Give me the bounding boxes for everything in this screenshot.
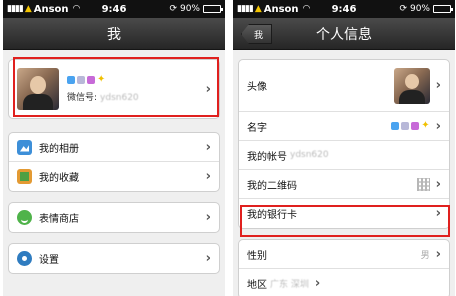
info-row-qr[interactable]: 我的二维码 › <box>239 170 449 199</box>
status-bar: ▮▮▮▮ ▲ Anson ◠ 9:46 ⟳ 90% <box>233 0 455 18</box>
menu-item-settings[interactable]: 设置 › <box>9 244 219 273</box>
warning-icon: ▲ <box>254 4 262 14</box>
info-row-name[interactable]: 名字 ✦ › <box>239 112 449 141</box>
battery-percent: 90% <box>409 4 430 14</box>
favorites-icon <box>17 169 32 184</box>
menu-item-album[interactable]: 我的相册 › <box>9 133 219 162</box>
info-row-account[interactable]: 我的帐号 ydsn620 <box>239 141 449 170</box>
account-value: ydsn620 <box>290 150 329 160</box>
info-row-region[interactable]: 地区 广东 深圳 › <box>239 269 449 296</box>
nav-bar: 我 个人信息 <box>233 18 455 50</box>
personal-info-screen: ▮▮▮▮ ▲ Anson ◠ 9:46 ⟳ 90% 我 个人信息 头像 › 名字… <box>233 0 455 296</box>
chevron-right-icon: › <box>205 139 211 155</box>
battery-icon <box>203 5 223 13</box>
wifi-icon: ◠ <box>302 4 311 14</box>
signal-icon: ▮▮▮▮ <box>7 4 24 14</box>
warning-icon: ▲ <box>24 4 32 14</box>
page-title: 个人信息 <box>316 26 372 43</box>
chevron-right-icon: › <box>205 251 211 266</box>
badge-grey-icon <box>401 122 410 130</box>
battery-icon <box>433 5 453 13</box>
badge-icons: ✦ <box>391 120 430 131</box>
info-group-personal: 性别 男 › 地区 广东 深圳 › <box>238 239 450 296</box>
chevron-right-icon: › <box>205 169 211 184</box>
settings-icon <box>17 251 32 266</box>
nav-bar: 我 <box>3 18 225 50</box>
carrier-name: Anson <box>263 3 299 15</box>
info-row-gender[interactable]: 性别 男 › <box>239 240 449 269</box>
carrier-name: Anson <box>33 3 69 15</box>
menu-group-store: 表情商店 › <box>8 202 220 233</box>
back-button[interactable]: 我 <box>241 24 273 44</box>
me-screen: ▮▮▮▮ ▲ Anson ◠ 9:46 ⟳ 90% 我 ✦ 微信号:ydsn6 <box>3 0 225 296</box>
menu-group-collections: 我的相册 › 我的收藏 › <box>8 132 220 192</box>
signal-icon: ▮▮▮▮ <box>237 4 254 14</box>
region-value: 广东 深圳 <box>270 280 309 290</box>
sparkle-icon: ✦ <box>421 120 430 131</box>
info-group: 头像 › 名字 ✦ › 我的帐号 ydsn620 我的二维码 › 我的银行卡 › <box>238 59 450 229</box>
chevron-right-icon: › <box>435 176 441 192</box>
chevron-right-icon: › <box>435 118 441 134</box>
highlight-profile <box>13 57 219 117</box>
badge-blue-icon <box>391 122 400 130</box>
gender-value: 男 <box>420 250 430 261</box>
rotation-lock-icon: ⟳ <box>399 4 407 14</box>
menu-group-settings: 设置 › <box>8 243 220 274</box>
qr-code-icon <box>416 177 430 191</box>
chevron-right-icon: › <box>435 78 441 93</box>
battery-percent: 90% <box>179 4 200 14</box>
emoji-icon <box>17 210 32 225</box>
badge-purple-icon <box>411 122 420 130</box>
wifi-icon: ◠ <box>72 4 81 14</box>
page-title: 我 <box>107 26 121 43</box>
menu-item-favorites[interactable]: 我的收藏 › <box>9 162 219 191</box>
chevron-right-icon: › <box>314 276 321 291</box>
avatar <box>393 67 430 104</box>
info-row-avatar[interactable]: 头像 › <box>239 60 449 112</box>
highlight-bank-card <box>240 205 450 237</box>
chevron-right-icon: › <box>435 246 441 262</box>
menu-item-emoji-store[interactable]: 表情商店 › <box>9 203 219 232</box>
album-icon <box>17 139 32 155</box>
status-bar: ▮▮▮▮ ▲ Anson ◠ 9:46 ⟳ 90% <box>3 0 225 18</box>
rotation-lock-icon: ⟳ <box>169 4 177 14</box>
chevron-right-icon: › <box>205 210 211 225</box>
